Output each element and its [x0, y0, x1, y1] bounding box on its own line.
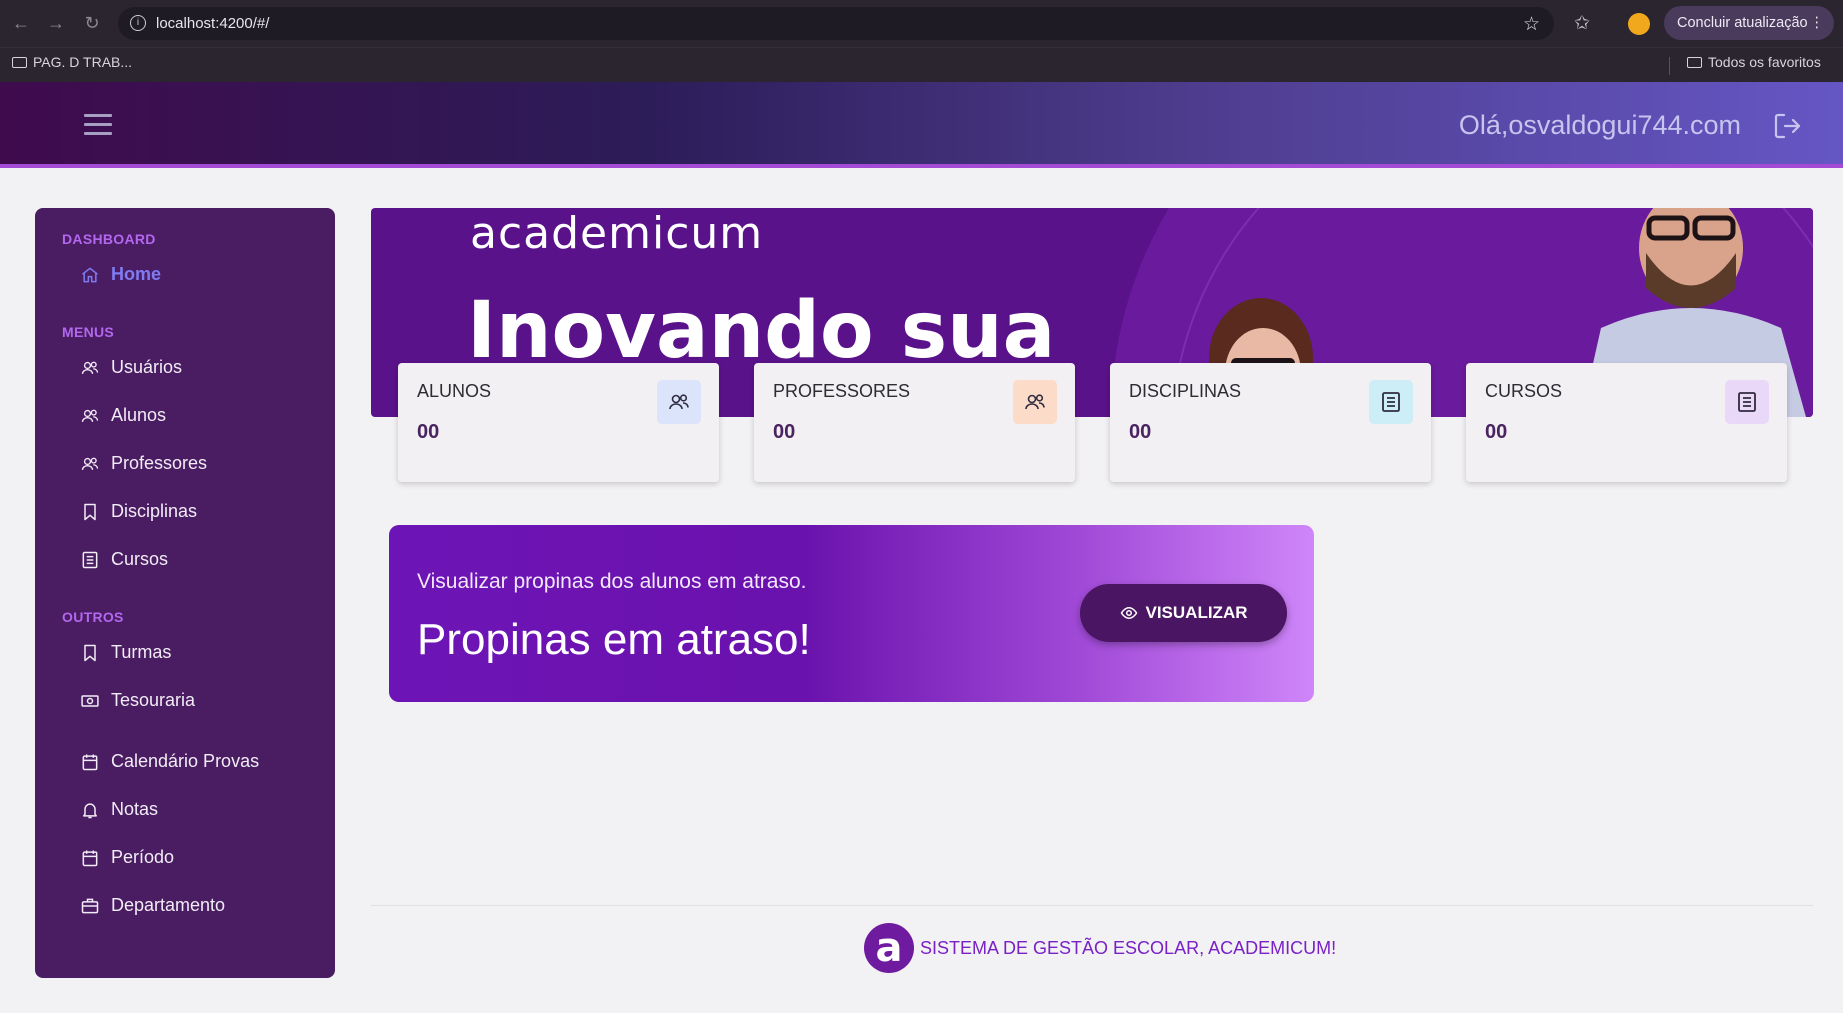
- users-icon: [81, 361, 99, 374]
- reload-icon[interactable]: ↻: [81, 12, 103, 34]
- sidebar-item-label: Home: [111, 264, 162, 284]
- sidebar-item-tesouraria[interactable]: Tesouraria: [80, 690, 195, 711]
- bookmark-icon: [84, 503, 96, 520]
- browser-toolbar: ← → ↻ i localhost:4200/#/ ☆ ✩ Concluir a…: [0, 0, 1843, 47]
- footer: a SISTEMA DE GESTÃO ESCOLAR, ACADEMICUM!: [864, 923, 1336, 973]
- stat-label: ALUNOS: [417, 381, 492, 401]
- stat-value: 00: [417, 421, 440, 443]
- sidebar-item-label: Período: [111, 847, 175, 867]
- sidebar-item-alunos[interactable]: Alunos: [80, 405, 166, 426]
- update-button-label: Concluir atualização: [1677, 15, 1808, 31]
- app-header: Olá,osvaldogui744.com: [0, 82, 1843, 168]
- section-title-dashboard: DASHBOARD: [62, 231, 156, 247]
- stat-label: CURSOS: [1485, 381, 1563, 401]
- section-title-menus: MENUS: [62, 324, 115, 340]
- sidebar-item-disciplinas[interactable]: Disciplinas: [80, 501, 197, 522]
- calendar-icon: [82, 754, 98, 770]
- menu-toggle-icon[interactable]: [84, 114, 112, 136]
- sidebar-item-label: Usuários: [111, 357, 183, 377]
- overdue-fees-card: Visualizar propinas dos alunos em atraso…: [389, 525, 1314, 702]
- extensions-icon[interactable]: ✩: [1574, 12, 1590, 35]
- stat-label: DISCIPLINAS: [1129, 381, 1242, 401]
- folder-icon: [12, 56, 27, 68]
- document-icon: [82, 551, 98, 568]
- stat-card-disciplinas[interactable]: DISCIPLINAS 00: [1110, 363, 1431, 482]
- stat-card-alunos[interactable]: ALUNOS 00: [398, 363, 719, 482]
- bell-icon: [83, 802, 97, 818]
- stat-label: PROFESSORES: [773, 381, 911, 401]
- update-button[interactable]: Concluir atualização ⋮: [1664, 6, 1834, 40]
- all-bookmarks-folder[interactable]: Todos os favoritos: [1687, 54, 1821, 70]
- promo-title: Propinas em atraso!: [417, 615, 811, 664]
- sidebar-item-label: Tesouraria: [111, 690, 196, 710]
- sidebar-item-notas[interactable]: Notas: [80, 799, 158, 820]
- sidebar-item-label: Disciplinas: [111, 501, 198, 521]
- sidebar-item-label: Turmas: [111, 642, 172, 662]
- profile-avatar[interactable]: [1628, 13, 1650, 35]
- sidebar-item-label: Cursos: [111, 549, 169, 569]
- address-bar[interactable]: i localhost:4200/#/ ☆: [118, 7, 1554, 40]
- bookmark-label: Todos os favoritos: [1708, 54, 1821, 70]
- sidebar-item-professores[interactable]: Professores: [80, 453, 207, 474]
- sidebar: DASHBOARD Home MENUS Usuários Alunos Pro…: [35, 208, 335, 978]
- sidebar-item-label: Calendário Provas: [111, 751, 260, 771]
- sidebar-item-label: Departamento: [111, 895, 226, 915]
- visualizar-button[interactable]: VISUALIZAR: [1080, 584, 1287, 642]
- home-icon: [82, 267, 98, 282]
- bookmark-label: PAG. D TRAB...: [33, 54, 133, 70]
- sidebar-item-usuarios[interactable]: Usuários: [80, 357, 182, 378]
- footer-text: SISTEMA DE GESTÃO ESCOLAR, ACADEMICUM!: [920, 937, 1337, 958]
- bookmark-folder[interactable]: PAG. D TRAB...: [12, 54, 132, 70]
- url-text[interactable]: localhost:4200/#/: [156, 15, 269, 32]
- sidebar-item-periodo[interactable]: Período: [80, 847, 174, 868]
- visualizar-button-label: VISUALIZAR: [1145, 603, 1248, 622]
- document-icon: [1369, 380, 1413, 424]
- more-menu-icon[interactable]: ⋮: [1810, 6, 1825, 40]
- stat-value: 00: [1485, 421, 1508, 443]
- cash-icon: [81, 694, 99, 707]
- stat-value: 00: [773, 421, 796, 443]
- footer-logo: a: [864, 923, 914, 973]
- users-icon: [657, 380, 701, 424]
- document-icon: [1725, 380, 1769, 424]
- sidebar-item-label: Notas: [111, 799, 159, 819]
- users-icon: [81, 409, 99, 422]
- divider: [371, 905, 1813, 906]
- users-icon: [1013, 380, 1057, 424]
- sidebar-item-label: Alunos: [111, 405, 167, 425]
- promo-subtitle: Visualizar propinas dos alunos em atraso…: [417, 570, 807, 593]
- bookmark-star-icon[interactable]: ☆: [1523, 13, 1540, 36]
- stat-value: 00: [1129, 421, 1152, 443]
- sidebar-item-departamento[interactable]: Departamento: [80, 895, 225, 916]
- sidebar-item-home[interactable]: Home: [80, 264, 161, 285]
- user-greeting: Olá,osvaldogui744.com: [1458, 110, 1741, 140]
- divider: [1669, 57, 1670, 75]
- stat-card-cursos[interactable]: CURSOS 00: [1466, 363, 1787, 482]
- sidebar-item-calendario-provas[interactable]: Calendário Provas: [80, 751, 259, 772]
- forward-icon[interactable]: →: [45, 12, 67, 34]
- back-icon[interactable]: ←: [10, 12, 32, 34]
- banner-logo: academicum: [470, 208, 764, 259]
- sidebar-item-label: Professores: [111, 453, 208, 473]
- section-title-outros: OUTROS: [62, 609, 124, 625]
- eye-icon: [1120, 606, 1137, 620]
- site-info-icon[interactable]: i: [130, 15, 146, 31]
- bookmarks-bar: PAG. D TRAB... Todos os favoritos: [0, 47, 1843, 82]
- folder-icon: [1687, 56, 1702, 68]
- sidebar-item-cursos[interactable]: Cursos: [80, 549, 168, 570]
- stat-card-professores[interactable]: PROFESSORES 00: [754, 363, 1075, 482]
- calendar-icon: [82, 850, 98, 866]
- sidebar-item-turmas[interactable]: Turmas: [80, 642, 171, 663]
- bookmark-icon: [84, 644, 96, 661]
- users-icon: [81, 457, 99, 470]
- logout-icon[interactable]: [1771, 110, 1803, 142]
- briefcase-icon: [81, 898, 99, 913]
